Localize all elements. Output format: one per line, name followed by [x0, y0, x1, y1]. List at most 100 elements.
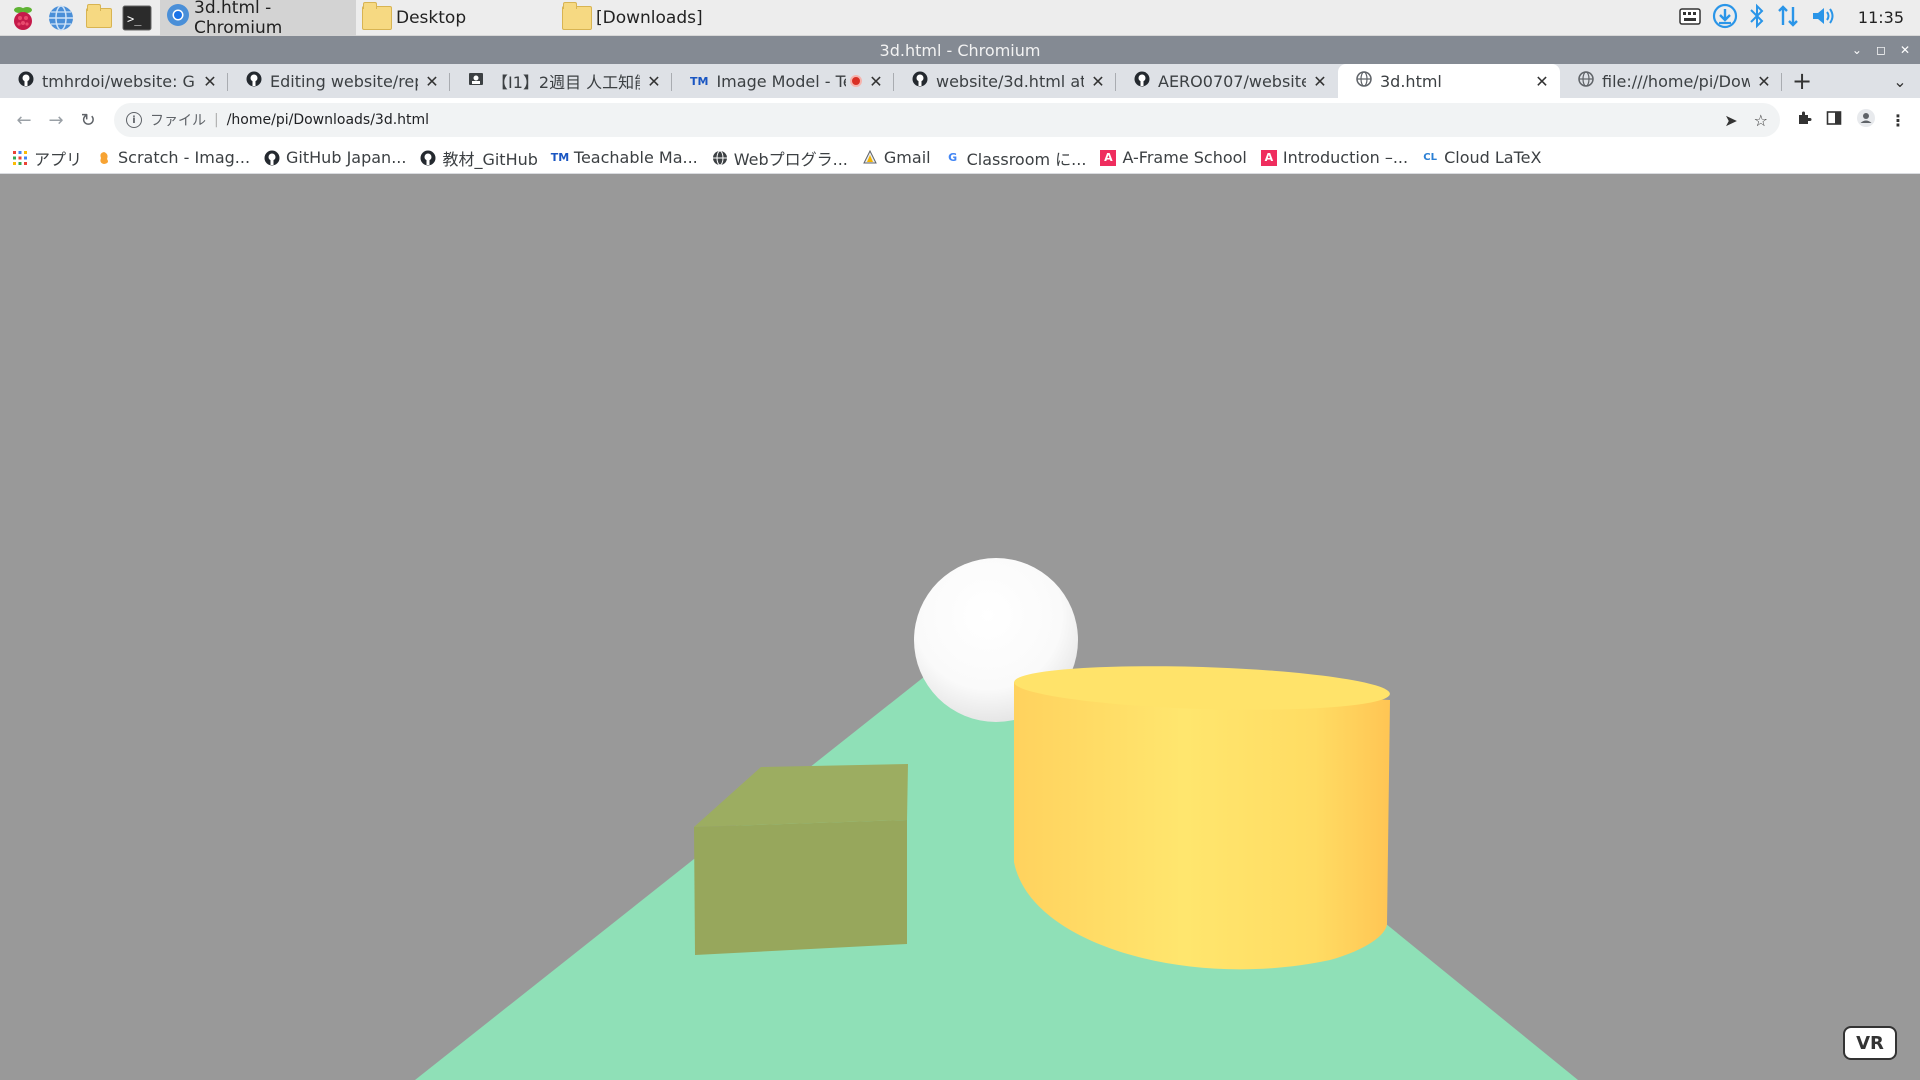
tab-title: tmhrdoi/website: GitHub [42, 71, 196, 91]
browser-tab-active[interactable]: 3d.html ✕ [1338, 64, 1560, 98]
profile-avatar-icon[interactable] [1856, 108, 1876, 132]
minimize-icon[interactable]: ⌄ [1852, 43, 1862, 57]
forward-button[interactable]: → [40, 104, 72, 136]
bookmark-introduction[interactable]: A Introduction –... [1260, 148, 1409, 167]
tab-close-icon[interactable]: ✕ [1534, 72, 1550, 91]
google-icon: G [948, 151, 958, 164]
tab-title: Editing website/rep02 [270, 71, 418, 91]
bookmark-label: 教材_GitHub [442, 149, 538, 169]
teachable-machine-icon: TM [690, 74, 709, 88]
browser-tab[interactable]: TM Image Model - Teachable ✕ [672, 64, 894, 98]
maximize-icon[interactable]: ◻ [1876, 43, 1886, 57]
bookmark-aframe-school[interactable]: A A-Frame School [1100, 148, 1247, 167]
tab-title: file:///home/pi/Downloads [1602, 71, 1750, 91]
aframe-scene-canvas[interactable] [0, 175, 1920, 1080]
chevron-down-icon: ⌄ [1893, 71, 1907, 91]
arrow-right-icon: → [48, 109, 64, 131]
vr-mode-button[interactable]: VR [1843, 1026, 1897, 1060]
taskbar-task-downloads[interactable]: [Downloads] [556, 0, 756, 36]
bookmark-teachable-machine[interactable]: TM Teachable Ma... [551, 148, 698, 167]
updates-download-icon[interactable] [1712, 3, 1738, 33]
browser-tab[interactable]: AERO0707/website: GitHub ✕ [1116, 64, 1338, 98]
tab-close-icon[interactable]: ✕ [1090, 72, 1106, 91]
browser-tab[interactable]: Editing website/rep02 ✕ [228, 64, 450, 98]
tab-close-icon[interactable]: ✕ [202, 72, 218, 91]
tab-title: website/3d.html at main [936, 71, 1084, 91]
more-menu-icon[interactable]: ⋮ [1890, 111, 1906, 130]
cloud-latex-icon: CL [1423, 152, 1437, 163]
omnibox-actions: ➤ ☆ [1724, 111, 1768, 130]
bookmark-label: Teachable Ma... [573, 148, 698, 167]
volume-icon[interactable] [1810, 4, 1838, 32]
send-to-devices-icon[interactable]: ➤ [1724, 111, 1737, 130]
site-info-icon[interactable]: i [126, 112, 142, 128]
aframe-icon: A [1260, 149, 1277, 166]
keyboard-icon[interactable] [1678, 5, 1702, 31]
tab-title: 3d.html [1380, 71, 1442, 91]
folder-icon [362, 1, 392, 30]
github-icon [912, 71, 928, 91]
scene-render [415, 558, 1578, 1080]
back-button[interactable]: ← [8, 104, 40, 136]
taskbar-task-chromium[interactable]: 3d.html - Chromium [160, 0, 356, 38]
window-titlebar[interactable]: 3d.html - Chromium ⌄ ◻ ✕ [0, 36, 1920, 64]
toolbar-actions: ⋮ [1796, 108, 1906, 132]
tab-close-icon[interactable]: ✕ [868, 72, 884, 91]
close-icon[interactable]: ✕ [1900, 43, 1910, 57]
bookmark-web-programming[interactable]: Webプログラ... [712, 146, 848, 170]
arrow-left-icon: ← [16, 109, 32, 131]
bookmark-label: Gmail [883, 148, 931, 167]
url-text: /home/pi/Downloads/3d.html [226, 112, 430, 128]
classroom-icon [468, 71, 484, 91]
github-icon [420, 150, 436, 166]
bookmark-label: Introduction –... [1282, 148, 1409, 167]
bookmark-gmail[interactable]: Gmail [862, 148, 931, 167]
reload-button[interactable]: ↻ [72, 104, 104, 136]
browser-tab[interactable]: website/3d.html at main ✕ [894, 64, 1116, 98]
taskbar-task-label: Desktop [396, 7, 467, 28]
taskbar-clock[interactable]: 11:35 [1858, 8, 1904, 27]
tab-close-icon[interactable]: ✕ [1756, 72, 1772, 91]
web-browser-launcher-icon[interactable] [44, 2, 78, 34]
yellow-cylinder [1014, 666, 1390, 970]
aframe-icon: A [1100, 149, 1117, 166]
tab-close-icon[interactable]: ✕ [646, 72, 662, 91]
globe-icon [1356, 71, 1372, 91]
bookmark-kyozai-github[interactable]: 教材_GitHub [420, 146, 538, 170]
network-icon[interactable] [1776, 3, 1800, 33]
side-panel-icon[interactable] [1826, 110, 1842, 130]
url-scheme-label: ファイル [150, 113, 206, 129]
olive-box [694, 764, 908, 955]
terminal-launcher-icon[interactable]: >_ [120, 2, 154, 34]
plus-icon: + [1791, 67, 1813, 95]
globe-icon [712, 150, 728, 166]
browser-tab[interactable]: tmhrdoi/website: GitHub ✕ [0, 64, 228, 98]
raspberry-menu-icon[interactable] [6, 2, 40, 34]
new-tab-button[interactable]: + [1782, 64, 1822, 98]
bookmark-classroom[interactable]: G Classroom に... [945, 146, 1087, 170]
bookmark-apps[interactable]: アプリ [12, 146, 82, 170]
github-icon [246, 71, 262, 91]
tab-close-icon[interactable]: ✕ [1312, 72, 1328, 91]
tab-search-button[interactable]: ⌄ [1880, 64, 1920, 98]
taskbar-task-desktop[interactable]: Desktop [356, 0, 556, 36]
tab-close-icon[interactable]: ✕ [424, 72, 440, 91]
github-icon [18, 71, 34, 91]
bookmark-github-japan[interactable]: GitHub Japan... [264, 148, 406, 167]
file-manager-launcher-icon[interactable] [82, 2, 116, 34]
browser-tab[interactable]: file:///home/pi/Downloads ✕ [1560, 64, 1782, 98]
bookmark-star-icon[interactable]: ☆ [1754, 111, 1768, 130]
bookmark-cloud-latex[interactable]: CL Cloud LaTeX [1422, 148, 1541, 167]
browser-toolbar: ← → ↻ i ファイル | /home/pi/Downloads/3d.htm… [0, 98, 1920, 142]
bookmark-scratch[interactable]: Scratch - Imag... [96, 148, 250, 167]
bluetooth-icon[interactable] [1748, 3, 1766, 33]
address-bar[interactable]: i ファイル | /home/pi/Downloads/3d.html ➤ ☆ [114, 103, 1780, 137]
bookmark-label: Classroom に... [966, 149, 1087, 169]
taskbar-launchers: >_ [0, 0, 154, 36]
bookmark-label: Cloud LaTeX [1444, 148, 1542, 167]
browser-tab[interactable]: 【I1】2週目 人工知能 ✕ [450, 64, 672, 98]
window-title: 3d.html - Chromium [879, 40, 1041, 60]
extensions-puzzle-icon[interactable] [1796, 110, 1812, 130]
taskbar-task-label: [Downloads] [596, 7, 703, 28]
tab-title: 【I1】2週目 人工知能 [492, 73, 640, 92]
